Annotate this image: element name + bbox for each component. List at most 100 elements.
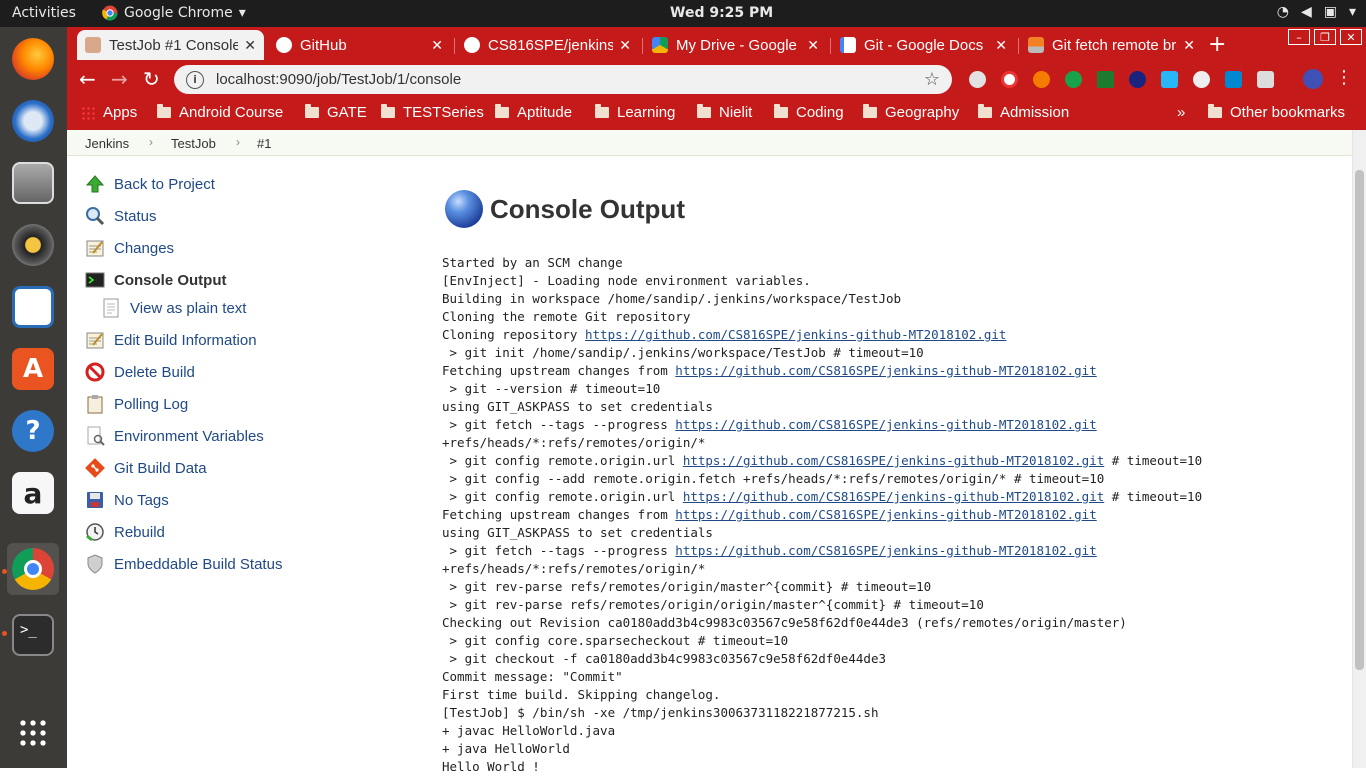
task-no-tags[interactable]: No Tags: [84, 488, 169, 512]
task-environment-variables[interactable]: Environment Variables: [84, 424, 264, 448]
task-delete-build[interactable]: Delete Build: [84, 360, 195, 384]
console-text: > git config remote.origin.url: [442, 453, 683, 468]
show-applications-button[interactable]: [7, 707, 59, 759]
extension-icon[interactable]: [969, 71, 986, 88]
console-text: [EnvInject] - Loading node environment v…: [442, 273, 811, 288]
console-text: > git rev-parse refs/remotes/origin/mast…: [442, 579, 932, 594]
bookmark-star-icon[interactable]: ☆: [924, 69, 940, 90]
bookmark-folder[interactable]: TESTSeries: [381, 104, 484, 121]
task-edit-build-info[interactable]: Edit Build Information: [84, 328, 257, 352]
files-launcher[interactable]: [7, 157, 59, 209]
bookmark-folder[interactable]: Android Course: [157, 104, 283, 121]
bookmark-folder[interactable]: Admission: [978, 104, 1069, 121]
console-text: + javac HelloWorld.java: [442, 723, 616, 738]
new-tab-button[interactable]: +: [1208, 32, 1226, 57]
extension-icon[interactable]: [1033, 71, 1050, 88]
tab-jenkins-console[interactable]: TestJob #1 Console Output [Jenkins] ✕: [77, 30, 264, 60]
repo-link[interactable]: https://github.com/CS816SPE/jenkins-gith…: [675, 363, 1096, 378]
task-console-output[interactable]: Console Output: [84, 268, 227, 292]
writer-launcher[interactable]: [7, 281, 59, 333]
task-status[interactable]: Status: [84, 204, 157, 228]
close-icon[interactable]: ✕: [244, 37, 256, 54]
bookmark-folder[interactable]: Geography: [863, 104, 959, 121]
extension-icon[interactable]: [1097, 71, 1114, 88]
close-icon[interactable]: ✕: [619, 37, 631, 54]
repo-link[interactable]: https://github.com/CS816SPE/jenkins-gith…: [675, 417, 1096, 432]
reload-button[interactable]: ↻: [143, 67, 160, 91]
thunderbird-launcher[interactable]: [7, 95, 59, 147]
repo-link[interactable]: https://github.com/CS816SPE/jenkins-gith…: [585, 327, 1006, 342]
clock[interactable]: Wed 9:25 PM: [670, 5, 773, 21]
task-label: View as plain text: [130, 299, 247, 317]
tab-stackoverflow[interactable]: Git fetch remote branch ✕: [1020, 30, 1203, 60]
bookmark-folder[interactable]: Aptitude: [495, 104, 572, 121]
extension-icon[interactable]: [1001, 71, 1018, 88]
url-text[interactable]: localhost:9090/job/TestJob/1/console: [216, 71, 924, 88]
folder-icon: [495, 104, 509, 118]
firefox-launcher[interactable]: [7, 33, 59, 85]
task-back-to-project[interactable]: Back to Project: [84, 172, 215, 196]
forward-button[interactable]: →: [111, 67, 128, 91]
repo-link[interactable]: https://github.com/CS816SPE/jenkins-gith…: [683, 453, 1104, 468]
close-window-button[interactable]: ✕: [1340, 29, 1362, 45]
system-tray[interactable]: ◔ ◀ ▣ ▾: [1277, 4, 1356, 20]
bookmark-folder[interactable]: Coding: [774, 104, 844, 121]
extension-icon[interactable]: [1129, 71, 1146, 88]
breadcrumb-jenkins[interactable]: Jenkins: [85, 136, 129, 151]
amazon-launcher[interactable]: a: [7, 467, 59, 519]
task-label: Embeddable Build Status: [114, 555, 283, 573]
repo-link[interactable]: https://github.com/CS816SPE/jenkins-gith…: [675, 543, 1096, 558]
address-bar[interactable]: i localhost:9090/job/TestJob/1/console ☆: [174, 65, 952, 94]
terminal-launcher[interactable]: >_: [7, 609, 59, 661]
minimize-button[interactable]: –: [1288, 29, 1310, 45]
task-view-plain-text[interactable]: View as plain text: [100, 296, 246, 320]
grammarly-icon[interactable]: [1065, 71, 1082, 88]
camera-icon[interactable]: [1257, 71, 1274, 88]
breadcrumb-testjob[interactable]: TestJob: [171, 136, 216, 151]
close-icon[interactable]: ✕: [807, 37, 819, 54]
bookmark-folder[interactable]: Learning: [595, 104, 675, 121]
tab-google-docs[interactable]: Git - Google Docs ✕: [832, 30, 1015, 60]
extension-icon[interactable]: [1193, 71, 1210, 88]
other-bookmarks[interactable]: Other bookmarks: [1208, 104, 1345, 121]
software-launcher[interactable]: A: [7, 343, 59, 395]
repo-link[interactable]: https://github.com/CS816SPE/jenkins-gith…: [683, 489, 1104, 504]
bookmark-folder[interactable]: Nielit: [697, 104, 752, 121]
menu-icon[interactable]: ⋮: [1335, 67, 1353, 88]
console-line: > git config remote.origin.url https://g…: [442, 452, 1203, 470]
console-text: > git init /home/sandip/.jenkins/workspa…: [442, 345, 924, 360]
page-scrollbar[interactable]: [1352, 130, 1366, 768]
extension-icon[interactable]: [1225, 71, 1242, 88]
tab-google-drive[interactable]: My Drive - Google Drive ✕: [644, 30, 827, 60]
close-icon[interactable]: ✕: [431, 37, 443, 54]
app-menu[interactable]: Google Chrome ▾: [102, 5, 246, 21]
close-icon[interactable]: ✕: [1183, 37, 1195, 54]
tab-github[interactable]: GitHub ✕: [268, 30, 451, 60]
stackoverflow-icon: [1028, 37, 1044, 53]
bookmark-folder[interactable]: GATE: [305, 104, 367, 121]
close-icon[interactable]: ✕: [995, 37, 1007, 54]
tab-title: GitHub: [300, 36, 347, 54]
bookmark-label: Android Course: [179, 104, 284, 121]
extension-icon[interactable]: [1161, 71, 1178, 88]
back-button[interactable]: ←: [79, 67, 96, 91]
jenkins-page: Jenkins › TestJob › #1 Back to Project S…: [67, 130, 1352, 774]
maximize-button[interactable]: ❐: [1314, 29, 1336, 45]
repo-link[interactable]: https://github.com/CS816SPE/jenkins-gith…: [675, 507, 1096, 522]
tab-github-repo[interactable]: CS816SPE/jenkins-github-MT2018102 ✕: [456, 30, 639, 60]
breadcrumb-build[interactable]: #1: [257, 136, 271, 151]
task-polling-log[interactable]: Polling Log: [84, 392, 188, 416]
bookmark-apps[interactable]: Apps: [81, 104, 137, 121]
task-embeddable-build-status[interactable]: Embeddable Build Status: [84, 552, 282, 576]
chrome-launcher[interactable]: [7, 543, 59, 595]
rhythmbox-launcher[interactable]: [7, 219, 59, 271]
task-rebuild[interactable]: Rebuild: [84, 520, 165, 544]
bookmarks-overflow-button[interactable]: »: [1177, 104, 1185, 121]
avatar[interactable]: [1303, 69, 1323, 89]
task-changes[interactable]: Changes: [84, 236, 174, 260]
help-launcher[interactable]: ?: [7, 405, 59, 457]
task-git-build-data[interactable]: Git Build Data: [84, 456, 207, 480]
scrollbar-thumb[interactable]: [1355, 170, 1364, 670]
info-icon[interactable]: i: [186, 70, 204, 89]
activities-button[interactable]: Activities: [12, 5, 76, 21]
